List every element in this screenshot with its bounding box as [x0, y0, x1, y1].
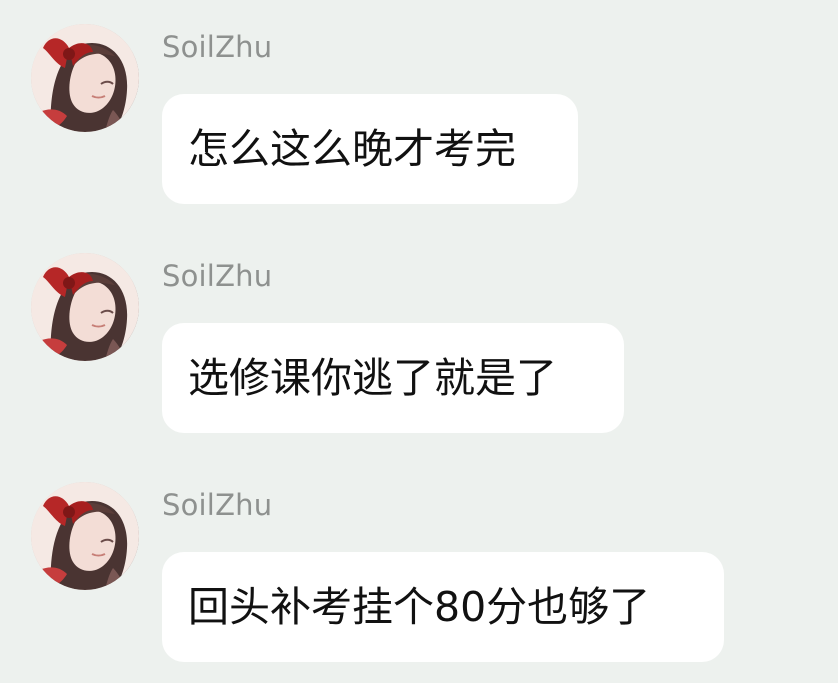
- message-row: SoilZhu 回头补考挂个80分也够了: [0, 482, 838, 672]
- avatar[interactable]: [31, 24, 139, 132]
- message-bubble[interactable]: 选修课你逃了就是了: [162, 323, 624, 433]
- chat-thread: SoilZhu 怎么这么晚才考完 SoilZhu 选修课你逃了就是了 SoilZ…: [0, 0, 838, 683]
- message-bubble[interactable]: 回头补考挂个80分也够了: [162, 552, 724, 662]
- anime-girl-avatar-icon: [31, 482, 139, 590]
- sender-name: SoilZhu: [162, 488, 273, 522]
- message-text: 回头补考挂个80分也够了: [188, 583, 651, 631]
- sender-name: SoilZhu: [162, 30, 273, 64]
- message-row: SoilZhu 选修课你逃了就是了: [0, 253, 838, 443]
- avatar[interactable]: [31, 253, 139, 361]
- message-row: SoilZhu 怎么这么晚才考完: [0, 24, 838, 214]
- message-bubble[interactable]: 怎么这么晚才考完: [162, 94, 578, 204]
- avatar[interactable]: [31, 482, 139, 590]
- anime-girl-avatar-icon: [31, 24, 139, 132]
- message-text: 怎么这么晚才考完: [188, 125, 516, 173]
- anime-girl-avatar-icon: [31, 253, 139, 361]
- message-text: 选修课你逃了就是了: [188, 354, 557, 402]
- sender-name: SoilZhu: [162, 259, 273, 293]
